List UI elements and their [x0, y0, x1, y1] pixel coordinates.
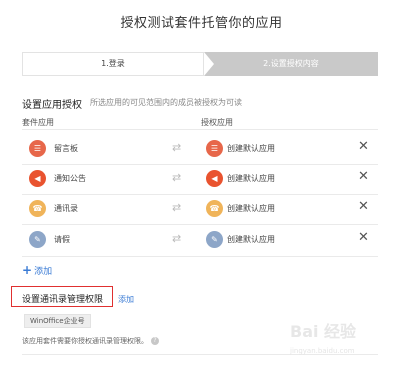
- section-title: 设置应用授权: [22, 100, 82, 111]
- permission-note-text: 该应用套件需要你授权通讯录管理权限。: [22, 337, 148, 345]
- column-header-suite-app: 套件应用: [22, 118, 54, 127]
- auth-app-select[interactable]: 创建默认应用: [227, 203, 275, 214]
- leave-request-icon: ✎: [29, 231, 46, 248]
- message-board-icon: ☰: [29, 140, 46, 157]
- leave-request-icon[interactable]: ✎: [206, 231, 223, 248]
- add-app-link[interactable]: + 添加: [22, 263, 52, 277]
- column-header-auth-app: 授权应用: [201, 118, 233, 127]
- phone-icon: ☎: [29, 200, 46, 217]
- auth-app-select[interactable]: 创建默认应用: [227, 173, 275, 184]
- suite-app-name: 通知公告: [54, 174, 86, 183]
- org-tag[interactable]: WinOffice企业号: [24, 314, 91, 328]
- phone-icon[interactable]: ☎: [206, 200, 223, 217]
- divider: [22, 224, 378, 225]
- auth-app-select[interactable]: 创建默认应用: [227, 234, 275, 245]
- permission-note: 该应用套件需要你授权通讯录管理权限。?: [22, 336, 159, 346]
- divider: [22, 129, 378, 130]
- plus-icon: +: [22, 263, 33, 277]
- step-progress: 1.登录 2.设置授权内容: [22, 52, 378, 76]
- page-title: 授权测试套件托管你的应用: [120, 16, 283, 31]
- section-subtitle: 所选应用的可见范围内的成员被授权为可读: [90, 98, 242, 107]
- permission-section-title: 设置通讯录管理权限: [22, 295, 104, 305]
- swap-arrows-icon: ⇄: [172, 171, 182, 184]
- close-icon[interactable]: ✕: [358, 140, 369, 153]
- swap-arrows-icon: ⇄: [172, 141, 182, 154]
- auth-row: ☎ 通讯录 ⇄ ☎ 创建默认应用 ✕: [22, 195, 378, 223]
- auth-row: ✎ 请假 ⇄ ✎ 创建默认应用 ✕: [22, 226, 378, 254]
- help-icon[interactable]: ?: [151, 337, 159, 345]
- close-icon[interactable]: ✕: [358, 231, 369, 244]
- auth-row: ☰ 留言板 ⇄ ☰ 创建默认应用 ✕: [22, 135, 378, 163]
- watermark-url: jingyan.baidu.com: [290, 347, 355, 355]
- swap-arrows-icon: ⇄: [172, 201, 182, 214]
- divider: [22, 256, 378, 257]
- message-board-icon[interactable]: ☰: [206, 140, 223, 157]
- swap-arrows-icon: ⇄: [172, 232, 182, 245]
- step-login[interactable]: 1.登录: [22, 52, 204, 76]
- megaphone-icon[interactable]: ◀: [206, 170, 223, 187]
- auth-row: ◀ 通知公告 ⇄ ◀ 创建默认应用 ✕: [22, 165, 378, 193]
- step-set-auth[interactable]: 2.设置授权内容: [204, 52, 378, 76]
- close-icon[interactable]: ✕: [358, 200, 369, 213]
- add-permission-link[interactable]: 添加: [118, 294, 134, 305]
- watermark-logo: Bai 经验: [290, 322, 357, 341]
- megaphone-icon: ◀: [29, 170, 46, 187]
- add-app-label: 添加: [34, 267, 53, 277]
- auth-app-select[interactable]: 创建默认应用: [227, 143, 275, 154]
- suite-app-name: 留言板: [54, 144, 78, 153]
- step-arrow-divider: [204, 52, 214, 76]
- suite-app-name: 通讯录: [54, 204, 78, 213]
- suite-app-name: 请假: [54, 235, 70, 244]
- close-icon[interactable]: ✕: [358, 170, 369, 183]
